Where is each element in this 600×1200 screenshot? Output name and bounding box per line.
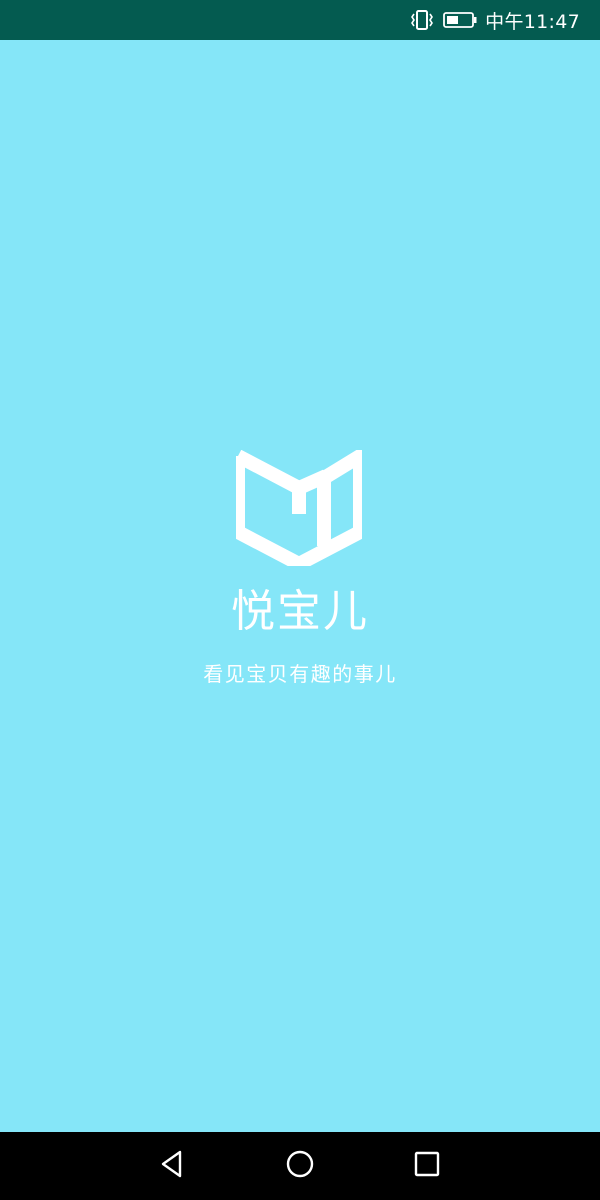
recents-button[interactable] [407,1146,447,1186]
vibrate-icon [409,9,435,31]
home-icon [285,1149,315,1183]
status-time: 中午11:47 [485,10,580,33]
battery-icon [443,11,477,29]
open-book-logo-icon [231,443,367,572]
status-bar: 中午11:47 [0,0,600,40]
home-button[interactable] [280,1146,320,1186]
tagline: 看见宝贝有趣的事儿 [203,662,397,686]
back-icon [158,1149,186,1183]
navigation-bar [0,1132,600,1200]
brand-name: 悦宝儿 [231,586,369,637]
splash-screen: 悦宝儿 看见宝贝有趣的事儿 [0,40,600,1132]
recents-icon [413,1150,441,1182]
back-button[interactable] [152,1146,192,1186]
